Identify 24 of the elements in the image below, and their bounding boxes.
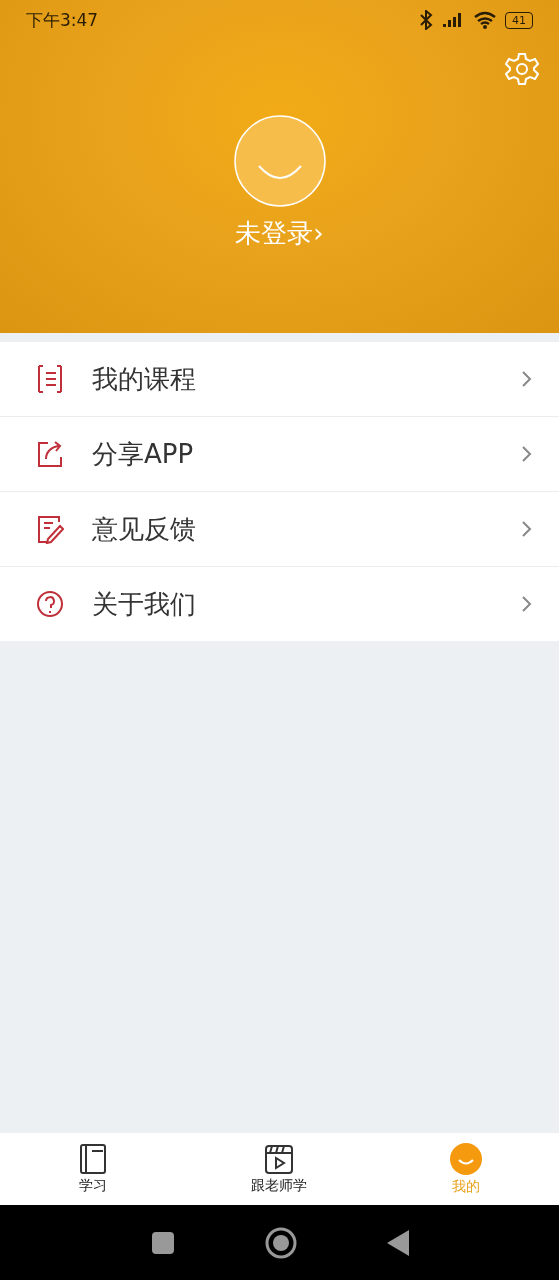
smile-icon	[448, 1142, 483, 1176]
tab-label[interactable]: 跟老师学	[251, 1177, 308, 1195]
menu-item[interactable]: 分享APP	[92, 436, 493, 472]
recents-icon[interactable]	[150, 1230, 175, 1255]
help-icon	[36, 589, 64, 619]
chevron-right-icon	[521, 369, 533, 389]
menu-item[interactable]: 我的课程	[92, 361, 493, 397]
menu-item[interactable]: 关于我们	[92, 586, 493, 622]
wifi-icon	[473, 11, 497, 29]
back-icon[interactable]	[386, 1229, 409, 1256]
bluetooth-icon	[419, 10, 433, 30]
chevron-right-icon	[521, 444, 533, 464]
home-icon[interactable]	[264, 1226, 297, 1259]
battery-indicator: 41	[505, 11, 533, 29]
chevron-right-icon	[521, 594, 533, 614]
share-icon	[36, 439, 64, 469]
video-icon	[264, 1143, 295, 1175]
tab-label[interactable]: 学习	[79, 1177, 108, 1195]
status-time: 下午3:47	[26, 8, 99, 32]
book-icon	[78, 1143, 109, 1175]
chevron-right-icon	[521, 519, 533, 539]
edit-icon	[36, 514, 64, 544]
list-icon	[36, 364, 64, 394]
menu-item[interactable]: 意见反馈	[92, 511, 493, 547]
